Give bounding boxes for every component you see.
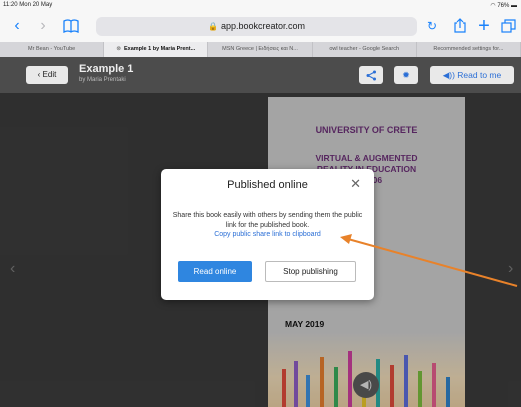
published-online-dialog: Published online ✕ Share this book easil…	[161, 169, 374, 300]
address-bar[interactable]: 🔒 app.bookcreator.com	[96, 17, 417, 36]
gear-icon: ✹	[402, 70, 410, 80]
book-title: Example 1	[79, 63, 134, 75]
tab-owl-teacher[interactable]: owl teacher - Google Search	[313, 42, 417, 57]
speaker-icon: ◀))	[442, 70, 458, 80]
tab-label: Example 1 by Maria Prent...	[123, 46, 196, 52]
url-text: app.bookcreator.com	[220, 21, 306, 31]
battery-indicator: ◠ 76% ▬	[490, 2, 517, 9]
read-to-me-label: Read to me	[457, 70, 502, 80]
tab-bar: Mr Bean - YouTube ⊗ Example 1 by Maria Pr…	[0, 42, 521, 57]
stop-publishing-button[interactable]: Stop publishing	[265, 261, 356, 282]
close-tab-icon[interactable]: ⊗	[116, 46, 121, 52]
tab-recommended-settings[interactable]: Recommended settings for...	[417, 42, 521, 57]
share-icon[interactable]	[451, 16, 469, 36]
forward-icon[interactable]: ›	[34, 16, 52, 36]
lock-icon: 🔒	[207, 22, 218, 31]
share-button[interactable]	[359, 66, 383, 84]
new-tab-icon[interactable]: +	[475, 16, 493, 36]
edit-button[interactable]: ‹ Edit	[26, 66, 68, 84]
share-nodes-icon	[366, 70, 377, 83]
tab-label: Mr Bean - YouTube	[28, 46, 76, 52]
tab-example-1[interactable]: ⊗ Example 1 by Maria Prent...	[104, 42, 209, 57]
book-author: by Maria Prentaki	[79, 77, 126, 83]
copy-link[interactable]: Copy public share link to clipboard	[161, 231, 374, 238]
read-to-me-button[interactable]: ◀)) Read to me	[430, 66, 514, 84]
status-time: 11:20 Mon 20 May	[3, 2, 53, 8]
back-icon[interactable]: ‹	[8, 16, 26, 36]
tab-label: MSN Greece | Ειδήσεις και N...	[222, 46, 298, 52]
close-icon[interactable]: ✕	[350, 176, 361, 192]
read-online-button[interactable]: Read online	[178, 261, 252, 282]
tab-label: Recommended settings for...	[433, 46, 504, 52]
bookmarks-icon[interactable]	[62, 16, 80, 36]
edit-label: Edit	[42, 70, 57, 79]
tab-msn-greece[interactable]: MSN Greece | Ειδήσεις και N...	[208, 42, 313, 57]
browser-toolbar: ‹ › 🔒 app.bookcreator.com ↻ +	[0, 12, 521, 42]
battery-percent: 76%	[497, 3, 510, 9]
dialog-message: Share this book easily with others by se…	[172, 212, 363, 229]
tab-mr-bean[interactable]: Mr Bean - YouTube	[0, 42, 105, 57]
app-header: ‹ Edit Example 1 by Maria Prentaki ✹ ◀))…	[0, 57, 521, 93]
tabs-icon[interactable]	[499, 16, 517, 36]
dialog-title: Published online	[227, 179, 308, 191]
reload-icon[interactable]: ↻	[425, 17, 439, 36]
status-bar: 11:20 Mon 20 May ◠ 76% ▬	[0, 0, 521, 12]
settings-button[interactable]: ✹	[394, 66, 418, 84]
tab-label: owl teacher - Google Search	[329, 46, 400, 52]
battery-icon: ▬	[509, 3, 517, 9]
